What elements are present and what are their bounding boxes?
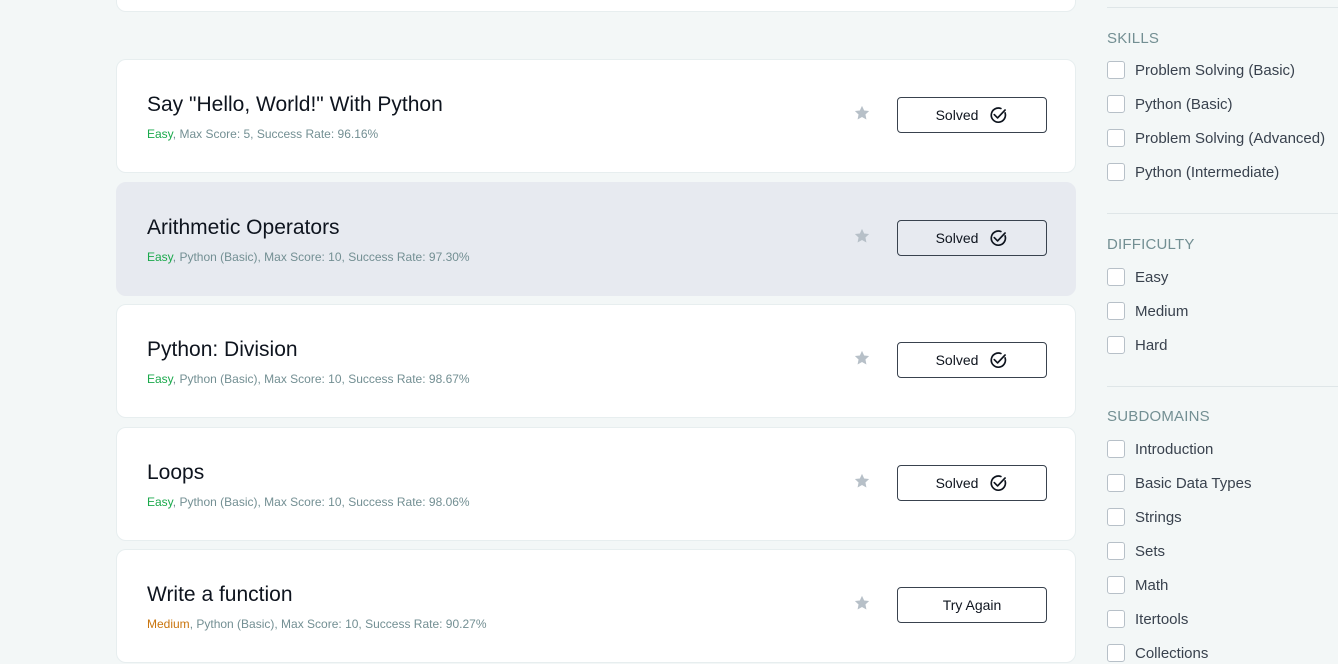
divider <box>1107 386 1338 387</box>
checkbox[interactable] <box>1107 336 1125 354</box>
divider <box>1107 213 1338 214</box>
challenge-stats: , Python (Basic), Max Score: 10, Success… <box>172 372 470 386</box>
filter-option-medium[interactable]: Medium <box>1107 300 1188 322</box>
star-icon[interactable] <box>853 349 871 367</box>
checkbox[interactable] <box>1107 95 1125 113</box>
checkbox[interactable] <box>1107 576 1125 594</box>
filter-option-sets[interactable]: Sets <box>1107 540 1165 562</box>
star-icon[interactable] <box>853 594 871 612</box>
solved-button[interactable]: Solved <box>897 465 1047 501</box>
button-label: Solved <box>935 352 979 368</box>
checkbox[interactable] <box>1107 644 1125 662</box>
checkbox[interactable] <box>1107 302 1125 320</box>
filter-option-problem-solving-basic[interactable]: Problem Solving (Basic) <box>1107 59 1295 81</box>
challenge-meta: Easy, Max Score: 5, Success Rate: 96.16% <box>147 127 378 141</box>
try-again-button[interactable]: Try Again <box>897 587 1047 623</box>
star-icon[interactable] <box>853 472 871 490</box>
check-circle-icon <box>990 230 1007 246</box>
difficulty-heading: DIFFICULTY <box>1107 236 1195 253</box>
challenge-card[interactable]: Say "Hello, World!" With Python Easy, Ma… <box>116 59 1076 173</box>
checkbox[interactable] <box>1107 61 1125 79</box>
difficulty-label: Easy <box>147 250 173 264</box>
solved-button[interactable]: Solved <box>897 220 1047 256</box>
check-circle-icon <box>990 107 1007 123</box>
challenge-title[interactable]: Loops <box>147 461 204 485</box>
checkbox[interactable] <box>1107 474 1125 492</box>
challenge-card-partial <box>116 0 1076 12</box>
divider <box>1107 7 1338 8</box>
filter-option-math[interactable]: Math <box>1107 574 1168 596</box>
solved-button[interactable]: Solved <box>897 97 1047 133</box>
button-label: Solved <box>935 107 979 123</box>
filter-option-hard[interactable]: Hard <box>1107 334 1168 356</box>
button-label: Solved <box>935 475 979 491</box>
filters-sidebar: SKILLS Problem Solving (Basic) Python (B… <box>1090 0 1338 664</box>
filter-option-strings[interactable]: Strings <box>1107 506 1182 528</box>
challenge-title[interactable]: Say "Hello, World!" With Python <box>147 93 443 117</box>
challenge-stats: , Python (Basic), Max Score: 10, Success… <box>172 495 470 509</box>
difficulty-label: Easy <box>147 372 173 386</box>
star-icon[interactable] <box>853 227 871 245</box>
challenge-meta: Easy, Python (Basic), Max Score: 10, Suc… <box>147 250 470 264</box>
solved-button[interactable]: Solved <box>897 342 1047 378</box>
challenge-card[interactable]: Arithmetic Operators Easy, Python (Basic… <box>116 182 1076 296</box>
challenge-meta: Easy, Python (Basic), Max Score: 10, Suc… <box>147 495 470 509</box>
filter-option-introduction[interactable]: Introduction <box>1107 438 1213 460</box>
checkbox[interactable] <box>1107 542 1125 560</box>
challenge-meta: Medium, Python (Basic), Max Score: 10, S… <box>147 617 487 631</box>
challenge-card[interactable]: Loops Easy, Python (Basic), Max Score: 1… <box>116 427 1076 541</box>
button-label: Solved <box>935 230 979 246</box>
checkbox[interactable] <box>1107 129 1125 147</box>
filter-option-python-intermediate[interactable]: Python (Intermediate) <box>1107 161 1279 183</box>
challenge-card[interactable]: Write a function Medium, Python (Basic),… <box>116 549 1076 663</box>
button-label: Try Again <box>942 597 1002 613</box>
difficulty-label: Easy <box>147 495 173 509</box>
checkbox[interactable] <box>1107 163 1125 181</box>
challenge-card[interactable]: Python: Division Easy, Python (Basic), M… <box>116 304 1076 418</box>
challenge-title[interactable]: Python: Division <box>147 338 298 362</box>
checkbox[interactable] <box>1107 610 1125 628</box>
filter-option-python-basic[interactable]: Python (Basic) <box>1107 93 1233 115</box>
challenge-meta: Easy, Python (Basic), Max Score: 10, Suc… <box>147 372 470 386</box>
challenge-stats: , Max Score: 5, Success Rate: 96.16% <box>172 127 379 141</box>
challenge-title[interactable]: Write a function <box>147 583 293 607</box>
challenge-title[interactable]: Arithmetic Operators <box>147 216 340 240</box>
checkbox[interactable] <box>1107 268 1125 286</box>
challenge-stats: , Python (Basic), Max Score: 10, Success… <box>189 617 487 631</box>
filter-option-itertools[interactable]: Itertools <box>1107 608 1188 630</box>
checkbox[interactable] <box>1107 440 1125 458</box>
filter-option-problem-solving-advanced[interactable]: Problem Solving (Advanced) <box>1107 127 1325 149</box>
filter-option-basic-data-types[interactable]: Basic Data Types <box>1107 472 1251 494</box>
check-circle-icon <box>990 352 1007 368</box>
check-circle-icon <box>990 475 1007 491</box>
star-icon[interactable] <box>853 104 871 122</box>
difficulty-label: Medium <box>147 617 190 631</box>
skills-heading: SKILLS <box>1107 30 1160 47</box>
filter-option-collections[interactable]: Collections <box>1107 642 1208 664</box>
checkbox[interactable] <box>1107 508 1125 526</box>
subdomains-heading: SUBDOMAINS <box>1107 408 1210 425</box>
filter-option-easy[interactable]: Easy <box>1107 266 1168 288</box>
difficulty-label: Easy <box>147 127 173 141</box>
challenge-stats: , Python (Basic), Max Score: 10, Success… <box>172 250 470 264</box>
